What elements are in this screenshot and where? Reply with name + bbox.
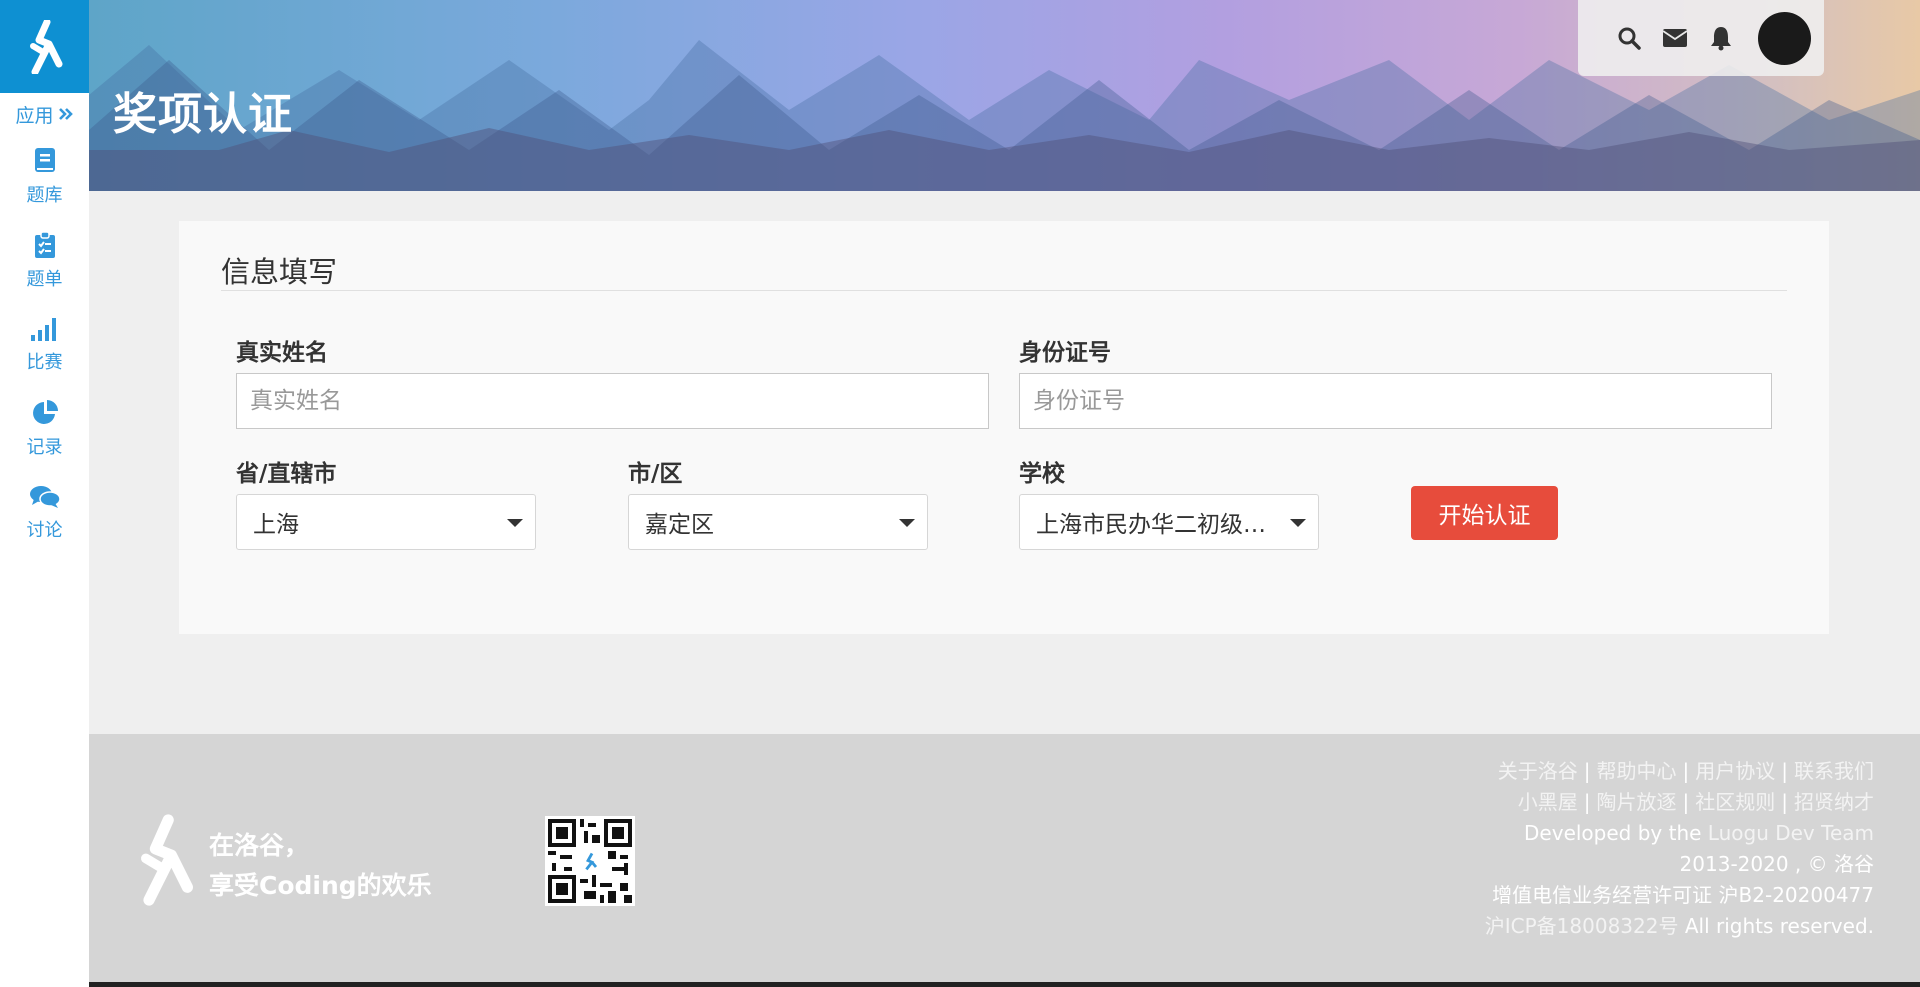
signal-bars-icon (30, 318, 56, 341)
school-selected-value: 上海市民办华二初级中学 (1036, 512, 1266, 538)
footer: 在洛谷， 享受Coding的欢乐 关于洛谷 | 帮助中心 | 用户协议 | 联系我们 小黑屋 (89, 734, 1920, 982)
rights-text: All rights reserved. (1678, 914, 1874, 938)
school-select[interactable]: 上海市民办华二初级中学 (1019, 494, 1319, 550)
luogu-logo-icon (29, 19, 62, 74)
dev-team-link[interactable]: Luogu Dev Team (1708, 821, 1874, 845)
name-label: 真实姓名 (236, 340, 328, 366)
luogu-footer-logo-icon (141, 814, 193, 906)
developed-by-line: Developed by the Luogu Dev Team (1485, 818, 1874, 849)
footer-links: 关于洛谷 | 帮助中心 | 用户协议 | 联系我们 小黑屋 | 陶片放逐 | 社区规则 | 招贤纳才 D… (1485, 756, 1874, 942)
avatar[interactable] (1758, 11, 1811, 65)
sidebar: 应用 题库 题单 比赛 记录 讨论 (0, 0, 89, 987)
start-verification-button[interactable]: 开始认证 (1411, 486, 1558, 540)
province-selected-value: 上海 (253, 512, 299, 538)
developed-by-text: Developed by the (1524, 821, 1708, 845)
footer-link-about[interactable]: 关于洛谷 (1498, 759, 1578, 783)
luogu-logo[interactable] (0, 0, 89, 93)
copyright-text: 2013-2020 , © 洛谷 (1679, 852, 1874, 876)
notifications-button[interactable] (1708, 25, 1734, 51)
province-select[interactable]: 上海 (236, 494, 536, 550)
book-icon (34, 148, 55, 172)
divider (221, 290, 1787, 291)
bottom-edge (0, 982, 1920, 987)
header-banner: 奖项认证 (89, 0, 1920, 191)
search-icon (1618, 27, 1641, 50)
award-verification-card: 信息填写 真实姓名 身份证号 省/直辖市 上海 市/区 嘉定区 学校 上海市民办… (179, 221, 1829, 634)
footer-link-jobs[interactable]: 招贤纳才 (1794, 790, 1874, 814)
icp-line: 沪ICP备18008322号 All rights reserved. (1485, 911, 1874, 942)
double-chevron-right-icon (58, 108, 73, 120)
city-selected-value: 嘉定区 (645, 512, 714, 538)
footer-links-row: 小黑屋 | 陶片放逐 | 社区规则 | 招贤纳才 (1517, 790, 1874, 814)
sidebar-item-label: 题库 (26, 185, 63, 206)
page-title: 奖项认证 (113, 89, 293, 140)
license-text: 增值电信业务经营许可证 沪B2-20200477 (1492, 883, 1874, 907)
id-number-input[interactable] (1019, 373, 1772, 429)
footer-link-blacklist[interactable]: 小黑屋 (1518, 790, 1578, 814)
sidebar-item-label: 记录 (26, 437, 63, 458)
apps-menu[interactable]: 应用 (0, 93, 89, 135)
school-label: 学校 (1019, 461, 1065, 487)
messages-button[interactable] (1662, 25, 1688, 51)
id-number-label: 身份证号 (1019, 340, 1111, 366)
footer-link-help[interactable]: 帮助中心 (1597, 759, 1677, 783)
caret-down-icon (507, 519, 523, 527)
sidebar-item-discuss[interactable]: 讨论 (0, 471, 89, 555)
footer-link-agreement[interactable]: 用户协议 (1695, 759, 1775, 783)
caret-down-icon (899, 519, 915, 527)
footer-links-row: 关于洛谷 | 帮助中心 | 用户协议 | 联系我们 (1497, 759, 1874, 783)
comments-icon (29, 486, 61, 508)
caret-down-icon (1290, 519, 1306, 527)
footer-link-community-rules[interactable]: 社区规则 (1695, 790, 1775, 814)
qr-code-image (545, 816, 635, 906)
footer-link-ostracism[interactable]: 陶片放逐 (1597, 790, 1677, 814)
sidebar-item-contest[interactable]: 比赛 (0, 303, 89, 387)
sidebar-item-training[interactable]: 题单 (0, 219, 89, 303)
sidebar-item-records[interactable]: 记录 (0, 387, 89, 471)
sidebar-item-label: 讨论 (26, 520, 63, 541)
user-toolbar (1578, 0, 1824, 76)
footer-slogan: 在洛谷， 享受Coding的欢乐 (209, 826, 432, 906)
pie-chart-icon (32, 400, 58, 424)
city-select[interactable]: 嘉定区 (628, 494, 928, 550)
footer-link-contact[interactable]: 联系我们 (1794, 759, 1874, 783)
section-title: 信息填写 (221, 255, 338, 289)
real-name-input[interactable] (236, 373, 989, 429)
slogan-line: 享受Coding的欢乐 (209, 871, 432, 900)
province-label: 省/直辖市 (236, 461, 337, 487)
sidebar-item-label: 比赛 (26, 352, 63, 373)
search-button[interactable] (1616, 25, 1642, 51)
sidebar-item-label: 题单 (26, 269, 63, 290)
apps-label: 应用 (15, 104, 54, 127)
qr-code-icon (548, 819, 632, 903)
bell-icon (1711, 27, 1731, 51)
clipboard-icon (34, 231, 55, 258)
icp-link[interactable]: 沪ICP备18008322号 (1485, 914, 1679, 938)
slogan-line: 在洛谷， (209, 831, 310, 860)
city-label: 市/区 (628, 461, 683, 487)
envelope-icon (1662, 29, 1688, 47)
sidebar-item-problems[interactable]: 题库 (0, 135, 89, 219)
